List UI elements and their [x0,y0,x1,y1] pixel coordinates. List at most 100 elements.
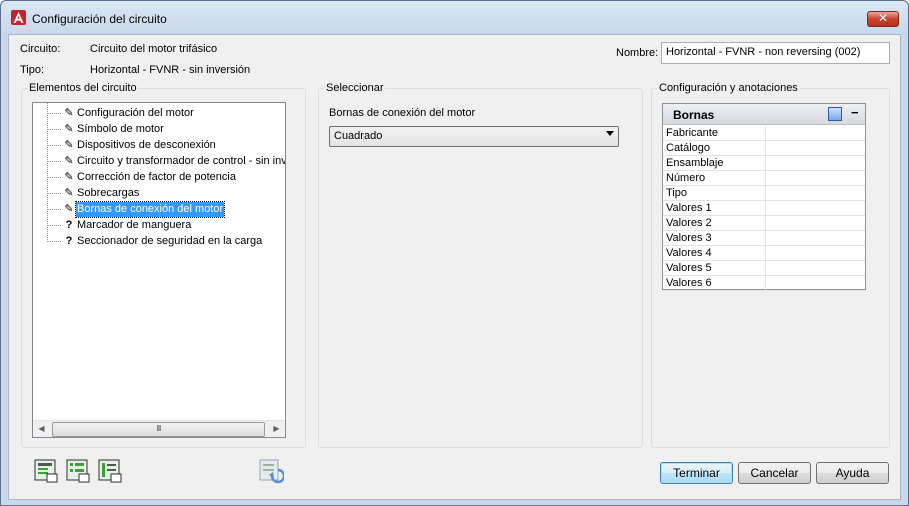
dialog-window: Configuración del circuito ✕ Circuito: C… [0,0,909,506]
chevron-down-icon [606,131,614,136]
property-value[interactable] [765,216,865,230]
scroll-thumb[interactable]: III [52,422,265,437]
property-name: Tipo [666,187,687,199]
property-value[interactable] [765,171,865,185]
tree-item[interactable]: ✎ Corrección de factor de potencia [33,169,285,185]
tree-connector-line [47,177,61,178]
tree-item-label: Sobrecargas [77,187,140,199]
tree-item[interactable]: ✎ Circuito y transformador de control - s… [33,153,286,169]
property-row[interactable]: Valores 2 [663,216,865,231]
tree-connector-line [47,145,61,146]
properties-section-title: Bornas [673,108,715,122]
property-row[interactable]: Fabricante [663,126,865,141]
pencil-icon: ✎ [64,155,74,167]
scroll-grip-icon: III [156,424,162,433]
tree-item[interactable]: ? Marcador de manguera [33,217,285,233]
config-list-icon[interactable] [97,458,123,484]
property-value[interactable] [765,261,865,275]
circuit-elements-title: Elementos del circuito [27,82,139,94]
tree-item[interactable]: ✎ Bornas de conexión del motor [33,201,285,218]
property-row[interactable]: Valores 3 [663,231,865,246]
tree-connector-line [47,209,61,210]
select-object-icon[interactable] [828,107,842,121]
tree-item-label: Seccionador de seguridad en la carga [77,235,263,247]
pencil-icon: ✎ [64,187,74,199]
select-title: Seleccionar [324,82,386,94]
pencil-icon: ✎ [64,203,74,215]
circuit-value: Circuito del motor trifásico [90,43,218,55]
property-value[interactable] [765,156,865,170]
property-name: Valores 3 [666,232,712,244]
tree-connector-line [47,225,61,226]
tree-item[interactable]: ✎ Dispositivos de desconexión [33,137,285,153]
pencil-icon: ✎ [64,123,74,135]
close-icon: ✕ [877,11,889,25]
tree-connector-line [47,113,61,114]
tree-item-label: Corrección de factor de potencia [77,171,236,183]
property-name: Número [666,172,706,184]
name-field[interactable]: Horizontal - FVNR - non reversing (002) [661,42,890,64]
terminal-field-label: Bornas de conexión del motor [329,107,476,119]
circuit-elements-tree[interactable]: ✎ Configuración del motor ✎ Símbolo de moto… [32,102,286,438]
property-value[interactable] [765,246,865,260]
autocad-logo-icon [11,10,26,25]
properties-header[interactable]: Bornas − [663,104,865,125]
property-value[interactable] [765,141,865,155]
collapse-icon[interactable]: − [851,105,859,120]
scroll-right-arrow-icon[interactable]: ▶ [268,421,285,438]
tree-item[interactable]: ? Seccionador de seguridad en la carga [33,233,285,249]
tree-item[interactable]: ✎ Símbolo de motor [33,121,285,137]
tree-item-label: Bornas de conexión del motor [74,201,226,218]
restore-defaults-icon[interactable] [258,458,284,484]
type-label: Tipo: [20,64,45,76]
property-name: Ensamblaje [666,157,724,169]
property-row[interactable]: Tipo [663,186,865,201]
property-name: Fabricante [666,127,718,139]
finish-button[interactable]: Terminar [660,462,733,484]
property-value[interactable] [765,126,865,140]
name-label: Nombre: [616,47,659,59]
tree-item-label: Marcador de manguera [77,219,192,231]
pencil-icon: ✎ [64,107,74,119]
property-row[interactable]: Valores 4 [663,246,865,261]
property-name: Valores 2 [666,217,712,229]
property-name: Valores 6 [666,277,712,289]
property-row[interactable]: Catálogo [663,141,865,156]
terminal-type-dropdown[interactable]: Cuadrado [329,126,619,147]
property-value[interactable] [765,186,865,200]
load-config-icon[interactable] [65,458,91,484]
save-config-icon[interactable] [33,458,59,484]
property-value[interactable] [765,201,865,215]
type-value: Horizontal - FVNR - sin inversión [90,64,251,76]
terminal-type-value: Cuadrado [334,130,383,142]
tree-connector-line [47,161,61,162]
window-title: Configuración del circuito [32,12,167,26]
property-row[interactable]: Valores 5 [663,261,865,276]
title-bar[interactable]: Configuración del circuito ✕ [1,1,908,35]
property-name: Valores 1 [666,202,712,214]
cancel-button[interactable]: Cancelar [738,462,811,484]
question-icon: ? [65,235,73,247]
tree-item[interactable]: ✎ Sobrecargas [33,185,285,201]
property-row[interactable]: Valores 6 [663,276,865,291]
tree-item-label: Circuito y transformador de control - si… [77,155,286,167]
tree-item[interactable]: ✎ Configuración del motor [33,105,285,121]
property-value[interactable] [765,231,865,245]
pencil-icon: ✎ [64,171,74,183]
property-name: Catálogo [666,142,711,154]
config-annotations-title: Configuración y anotaciones [657,82,800,94]
property-row[interactable]: Ensamblaje [663,156,865,171]
property-name: Valores 5 [666,262,712,274]
tree-horizontal-scrollbar[interactable]: ◀ III ▶ [33,420,285,437]
tree-connector-line [47,193,61,194]
property-row[interactable]: Número [663,171,865,186]
tree-connector-line [47,129,61,130]
tree-item-label: Dispositivos de desconexión [77,139,216,151]
tree-connector-line [47,241,61,242]
property-value[interactable] [765,276,865,290]
close-button[interactable]: ✕ [867,11,899,27]
scroll-left-arrow-icon[interactable]: ◀ [33,421,50,438]
help-button[interactable]: Ayuda [816,462,889,484]
property-row[interactable]: Valores 1 [663,201,865,216]
circuit-label: Circuito: [20,43,61,55]
